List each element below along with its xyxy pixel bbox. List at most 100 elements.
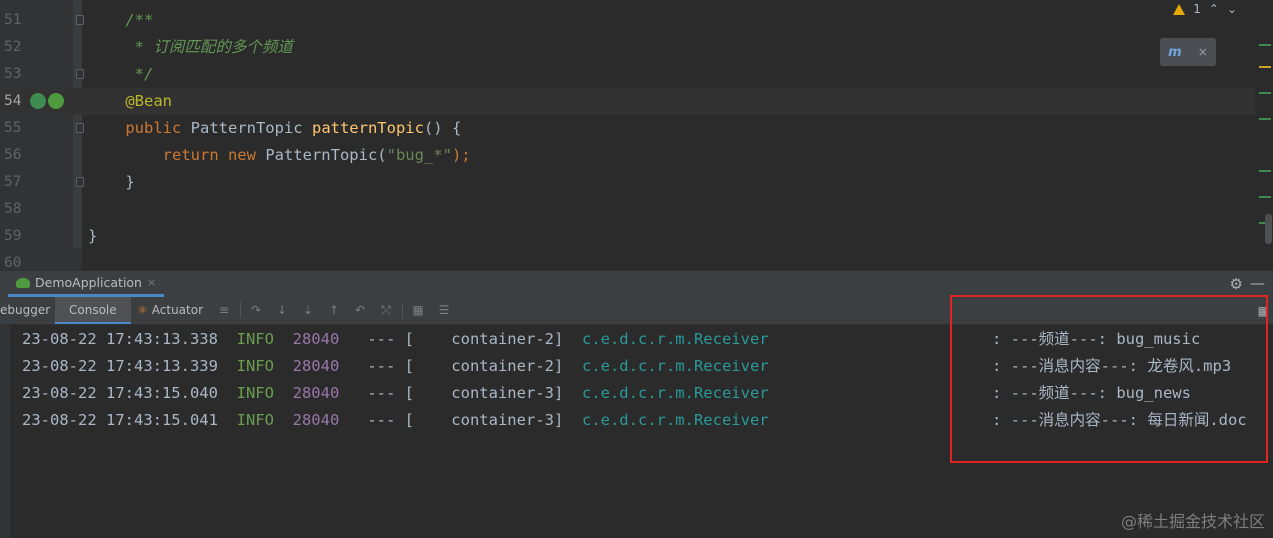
code-token: @Bean (88, 92, 172, 110)
run-to-cursor-icon[interactable]: ⤱ (378, 302, 394, 318)
code-token: "bug_*" (386, 146, 452, 164)
code-line[interactable]: 57 } (0, 169, 1255, 196)
actuator-icon: ⚛ (137, 303, 148, 317)
fold-marker-icon[interactable] (76, 123, 84, 133)
run-config-tab[interactable]: DemoApplication × (8, 271, 165, 297)
change-marker (1259, 196, 1271, 198)
step-over-icon[interactable]: ↷ (248, 302, 264, 318)
log-level: INFO (236, 357, 274, 375)
evaluate-icon[interactable]: ▦ (410, 302, 426, 318)
code-line[interactable]: 52 * 订阅匹配的多个频道 (0, 34, 1255, 61)
code-token: patternTopic (311, 119, 424, 137)
minimize-icon[interactable]: — (1250, 274, 1265, 292)
code-token: PatternTopic (190, 119, 312, 137)
tab-actuator[interactable]: ⚛ Actuator (137, 297, 203, 324)
code-line[interactable]: 59} (0, 223, 1255, 250)
code-text: * 订阅匹配的多个频道 (88, 34, 293, 61)
log-separator: --- [ (357, 357, 414, 375)
log-logger[interactable]: c.e.d.c.r.m.Receiver (582, 330, 769, 348)
inspection-widget[interactable]: 1 ⌃ ⌄ (1173, 2, 1237, 16)
code-editor[interactable]: 51 /** 52 * 订阅匹配的多个频道 53 */54 @Bean 55 publ… (0, 0, 1273, 270)
log-pid: 28040 (292, 330, 340, 348)
close-icon[interactable]: × (1198, 45, 1208, 59)
log-logger[interactable]: c.e.d.c.r.m.Receiver (582, 411, 769, 429)
run-config-label: DemoApplication (35, 275, 142, 290)
log-level: INFO (236, 384, 274, 402)
console-log-line[interactable]: 23-08-22 17:43:13.339 INFO 28040 --- [ c… (22, 353, 769, 380)
tab-console[interactable]: Console (55, 297, 131, 324)
maven-reload-icon[interactable]: m (1168, 45, 1182, 60)
log-timestamp: 23-08-22 17:43:13.338 (22, 330, 218, 348)
log-thread: container-2] (413, 330, 564, 348)
log-logger[interactable]: c.e.d.c.r.m.Receiver (582, 357, 769, 375)
console-log-line[interactable]: 23-08-22 17:43:15.040 INFO 28040 --- [ c… (22, 380, 769, 407)
code-line[interactable]: 60 (0, 250, 1255, 270)
line-number: 55 (4, 120, 22, 136)
toolbar-separator (402, 302, 403, 318)
log-timestamp: 23-08-22 17:43:13.339 (22, 357, 218, 375)
code-token: } (88, 227, 98, 245)
code-line[interactable]: 54 @Bean (0, 88, 1255, 115)
change-marker (1259, 92, 1271, 94)
maven-reload-popup[interactable]: m × (1160, 38, 1216, 66)
log-separator: --- [ (357, 411, 414, 429)
line-number: 54 (4, 93, 22, 109)
change-marker (1259, 170, 1271, 172)
line-number: 56 (4, 147, 22, 163)
log-level: INFO (236, 330, 274, 348)
code-text: return new PatternTopic("bug_*"); (88, 142, 471, 169)
log-separator: --- [ (357, 384, 414, 402)
spring-bean-icon[interactable] (48, 93, 64, 109)
code-token: /** (88, 11, 154, 29)
log-timestamp: 23-08-22 17:43:15.041 (22, 411, 218, 429)
drop-frame-icon[interactable]: ↶ (352, 302, 368, 318)
log-pid: 28040 (292, 411, 340, 429)
code-line[interactable]: 51 /** (0, 7, 1255, 34)
step-into-icon[interactable]: ↓ (274, 302, 290, 318)
line-number: 59 (4, 228, 22, 244)
code-token: () { (423, 119, 462, 137)
force-step-into-icon[interactable]: ⇣ (300, 302, 316, 318)
warning-marker (1259, 66, 1271, 68)
watermark: @稀土掘金技术社区 (1120, 512, 1265, 531)
log-logger[interactable]: c.e.d.c.r.m.Receiver (582, 384, 769, 402)
change-marker (1259, 118, 1271, 120)
scrollbar-thumb[interactable] (1265, 214, 1272, 244)
editor-scrollbar[interactable] (1257, 0, 1273, 270)
trace-icon[interactable]: ☰ (436, 302, 452, 318)
gear-icon[interactable]: ⚙ (1230, 275, 1243, 293)
line-number: 60 (4, 255, 22, 270)
highlight-box (950, 295, 1268, 463)
log-thread: container-2] (413, 357, 564, 375)
log-pid: 28040 (292, 384, 340, 402)
code-text: public PatternTopic patternTopic() { (88, 115, 461, 142)
close-icon[interactable]: × (147, 276, 156, 289)
code-line[interactable]: 55 public PatternTopic patternTopic() { (0, 115, 1255, 142)
code-line[interactable]: 56 return new PatternTopic("bug_*"); (0, 142, 1255, 169)
tab-debugger[interactable]: ebugger (0, 297, 50, 324)
code-line[interactable]: 53 */ (0, 61, 1255, 88)
step-out-icon[interactable]: ↑ (326, 302, 342, 318)
fold-marker-icon[interactable] (76, 69, 84, 79)
line-number: 52 (4, 39, 22, 55)
code-line[interactable]: 58 (0, 196, 1255, 223)
inspection-count: 1 (1193, 2, 1201, 16)
console-log-line[interactable]: 23-08-22 17:43:13.338 INFO 28040 --- [ c… (22, 326, 769, 353)
line-number: 51 (4, 12, 22, 28)
log-separator: --- [ (357, 330, 414, 348)
bean-gutter-icon[interactable] (30, 93, 46, 109)
fold-marker-icon[interactable] (76, 177, 84, 187)
console-log-line[interactable]: 23-08-22 17:43:15.041 INFO 28040 --- [ c… (22, 407, 769, 434)
spring-boot-icon (16, 277, 30, 288)
chevron-up-icon[interactable]: ⌃ (1209, 2, 1219, 16)
warning-icon (1173, 3, 1186, 15)
change-marker (1259, 44, 1271, 46)
line-number: 58 (4, 201, 22, 217)
fold-marker-icon[interactable] (76, 15, 84, 25)
run-tool-window-header: DemoApplication × ⚙ — (0, 270, 1273, 298)
menu-icon[interactable]: ≡ (216, 302, 232, 318)
chevron-down-icon[interactable]: ⌄ (1227, 2, 1237, 16)
log-pid: 28040 (292, 357, 340, 375)
code-text: */ (88, 61, 154, 88)
code-token: ); (451, 146, 471, 164)
